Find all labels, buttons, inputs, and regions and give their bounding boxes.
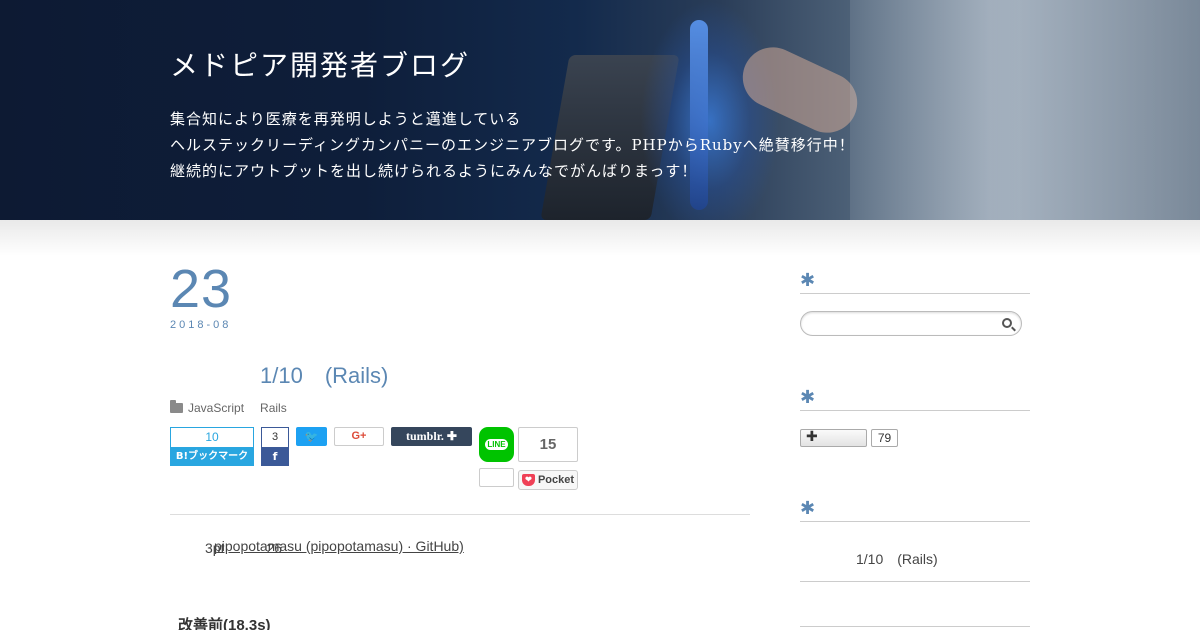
category-link[interactable]: Rails bbox=[260, 401, 287, 415]
search-input[interactable] bbox=[800, 311, 1022, 336]
facebook-share-count: 3 bbox=[261, 427, 289, 447]
post-categories: JavaScript Rails bbox=[170, 400, 303, 415]
pocket-save-button[interactable]: ❤ Pocket bbox=[518, 470, 578, 490]
pocket-icon: ❤ bbox=[521, 474, 535, 486]
line-share-count bbox=[479, 468, 514, 487]
blog-description-line: ヘルステックリーディングカンパニーのエンジニアブログです。PHPからRubyへ絶… bbox=[170, 136, 855, 154]
sidebar-search-heading: ✱ bbox=[800, 270, 1030, 294]
sidebar-recent-heading: ✱ bbox=[800, 498, 1030, 522]
post-day: 23 bbox=[170, 259, 233, 319]
pocket-count: 15 bbox=[518, 427, 578, 462]
github-link[interactable]: pipopotamasu (pipopotamasu) · GitHub) bbox=[214, 538, 464, 554]
section-heading: 改善前(18.3s) bbox=[178, 617, 271, 630]
twitter-icon: 🐦 bbox=[304, 430, 319, 443]
pocket-label: Pocket bbox=[537, 474, 575, 486]
line-share-button[interactable]: LINE bbox=[479, 427, 514, 462]
folder-icon bbox=[170, 400, 183, 413]
post-divider bbox=[170, 514, 750, 515]
google-plus-icon: G+ bbox=[351, 430, 367, 442]
follower-count: 79 bbox=[871, 429, 898, 447]
tumblr-icon: tumblr. ✚ bbox=[406, 429, 457, 443]
line-icon: LINE bbox=[485, 439, 508, 450]
sidebar-divider bbox=[800, 626, 1030, 627]
search-icon[interactable] bbox=[1002, 318, 1012, 328]
category-link[interactable]: JavaScript bbox=[188, 401, 244, 415]
sidebar-divider bbox=[800, 581, 1030, 582]
header-doctor-graphic bbox=[850, 0, 1200, 220]
hatena-bookmark-count: 10 bbox=[170, 427, 254, 447]
tumblr-share-button[interactable]: tumblr. ✚ bbox=[391, 427, 472, 446]
header-shadow bbox=[0, 220, 1200, 256]
blog-header: メドピア開発者ブログ 集合知により医療を再発明しようと邁進している ヘルステック… bbox=[0, 0, 1200, 220]
recent-post-link[interactable]: 1/10 (Rails) bbox=[856, 549, 938, 569]
follow-button[interactable]: ✚ bbox=[800, 429, 867, 447]
blog-description-line: 継続的にアウトプットを出し続けられるようにみんなでがんばりまっす！ bbox=[170, 162, 698, 180]
sidebar-follow-heading: ✱ bbox=[800, 387, 1030, 411]
facebook-share-button[interactable]: 3 f bbox=[261, 427, 289, 466]
blog-description-line: 集合知により医療を再発明しようと邁進している bbox=[170, 110, 522, 128]
twitter-share-button[interactable]: 🐦 bbox=[296, 427, 327, 446]
hatena-bookmark-label: B!ブックマーク bbox=[170, 447, 254, 466]
blog-title[interactable]: メドピア開発者ブログ bbox=[170, 44, 470, 84]
blog-description: 集合知により医療を再発明しようと邁進している ヘルステックリーディングカンパニー… bbox=[170, 106, 855, 184]
hatena-bookmark-button[interactable]: 10 B!ブックマーク bbox=[170, 427, 254, 466]
post-title[interactable]: 1/10 (Rails) bbox=[260, 358, 388, 390]
google-plus-share-button[interactable]: G+ bbox=[334, 427, 384, 446]
facebook-icon: f bbox=[261, 447, 289, 466]
post-year-month: 2018-08 bbox=[170, 319, 232, 331]
